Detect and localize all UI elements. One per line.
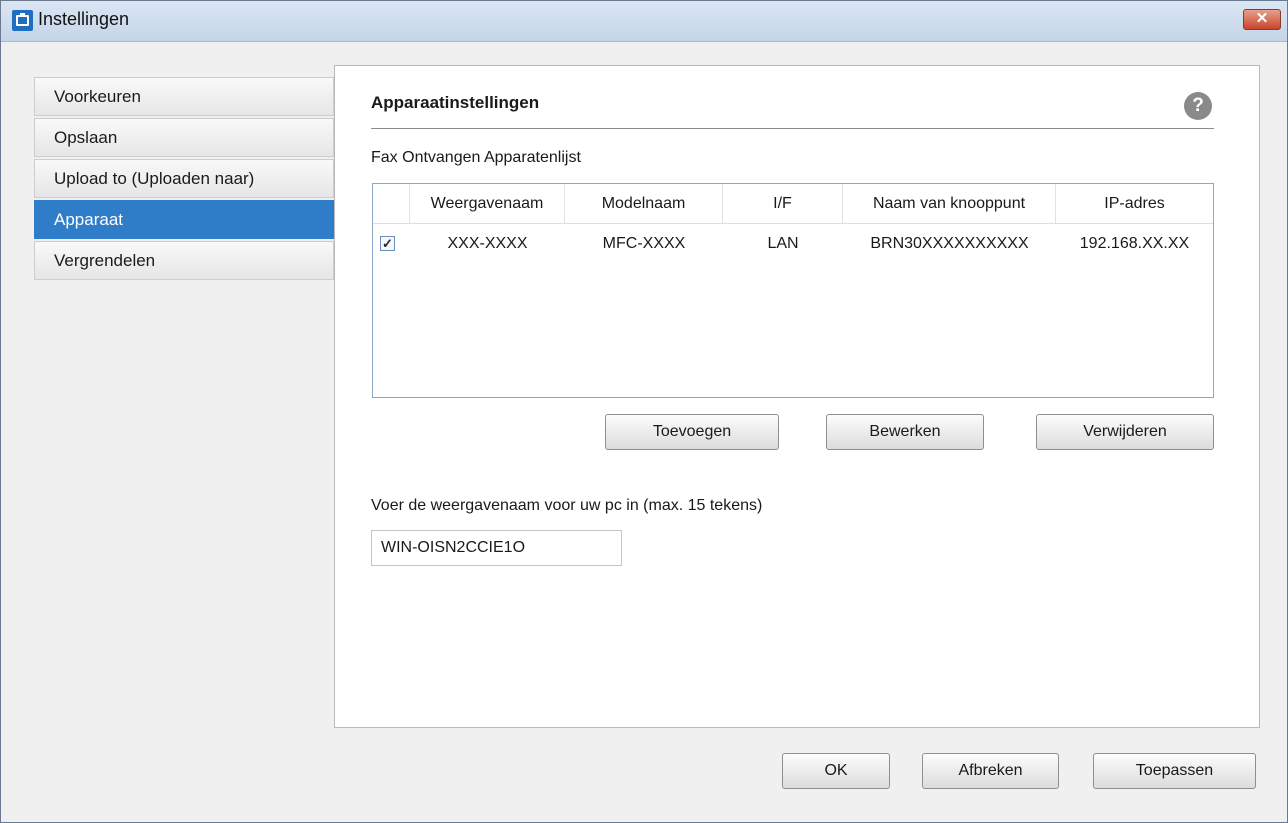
title-divider	[371, 128, 1214, 129]
sidebar-item-upload[interactable]: Upload to (Uploaden naar)	[34, 159, 334, 198]
cell-model-name: MFC-XXXX	[602, 235, 686, 252]
column-header-model-name[interactable]: Modelnaam	[565, 184, 723, 223]
cell-node-name: BRN30XXXXXXXXXX	[870, 235, 1029, 252]
table-header: Weergavenaam Modelnaam I/F Naam van knoo…	[373, 184, 1213, 224]
settings-window: Instellingen ✕ Voorkeuren Opslaan Upload…	[0, 0, 1288, 823]
row-checkbox[interactable]: ✓	[380, 236, 395, 251]
cell-display-name: XXX-XXXX	[447, 235, 528, 252]
app-icon	[12, 10, 33, 31]
close-button[interactable]: ✕	[1243, 9, 1281, 30]
cancel-button[interactable]: Afbreken	[922, 753, 1059, 789]
add-button[interactable]: Toevoegen	[605, 414, 779, 450]
checkbox-column-header	[373, 184, 410, 223]
help-icon[interactable]: ?	[1184, 92, 1212, 120]
sidebar-item-vergrendelen[interactable]: Vergrendelen	[34, 241, 334, 280]
pc-name-label: Voer de weergavenaam voor uw pc in (max.…	[371, 497, 763, 514]
delete-button[interactable]: Verwijderen	[1036, 414, 1214, 450]
edit-button[interactable]: Bewerken	[826, 414, 984, 450]
cell-interface: LAN	[767, 235, 799, 252]
column-header-display-name[interactable]: Weergavenaam	[410, 184, 565, 223]
column-header-ip-address[interactable]: IP-adres	[1056, 184, 1213, 223]
device-list-table[interactable]: Weergavenaam Modelnaam I/F Naam van knoo…	[372, 183, 1214, 398]
sidebar: Voorkeuren Opslaan Upload to (Uploaden n…	[34, 77, 334, 282]
sidebar-item-voorkeuren[interactable]: Voorkeuren	[34, 77, 334, 116]
section-title: Apparaatinstellingen	[371, 93, 540, 112]
column-header-node-name[interactable]: Naam van knooppunt	[843, 184, 1056, 223]
cell-ip-address: 192.168.XX.XX	[1079, 235, 1190, 252]
title-bar[interactable]: Instellingen ✕	[1, 1, 1287, 42]
settings-panel: Apparaatinstellingen ? Fax Ontvangen App…	[334, 65, 1260, 728]
device-list-label: Fax Ontvangen Apparatenlijst	[371, 149, 581, 166]
table-row[interactable]: ✓ XXX-XXXX MFC-XXXX LAN BRN30XXXXXXXXXX …	[373, 224, 1213, 264]
sidebar-item-apparaat[interactable]: Apparaat	[34, 200, 334, 239]
apply-button[interactable]: Toepassen	[1093, 753, 1256, 789]
pc-name-input[interactable]	[371, 530, 622, 566]
ok-button[interactable]: OK	[782, 753, 890, 789]
window-title: Instellingen	[38, 9, 130, 29]
column-header-interface[interactable]: I/F	[723, 184, 843, 223]
sidebar-item-opslaan[interactable]: Opslaan	[34, 118, 334, 157]
